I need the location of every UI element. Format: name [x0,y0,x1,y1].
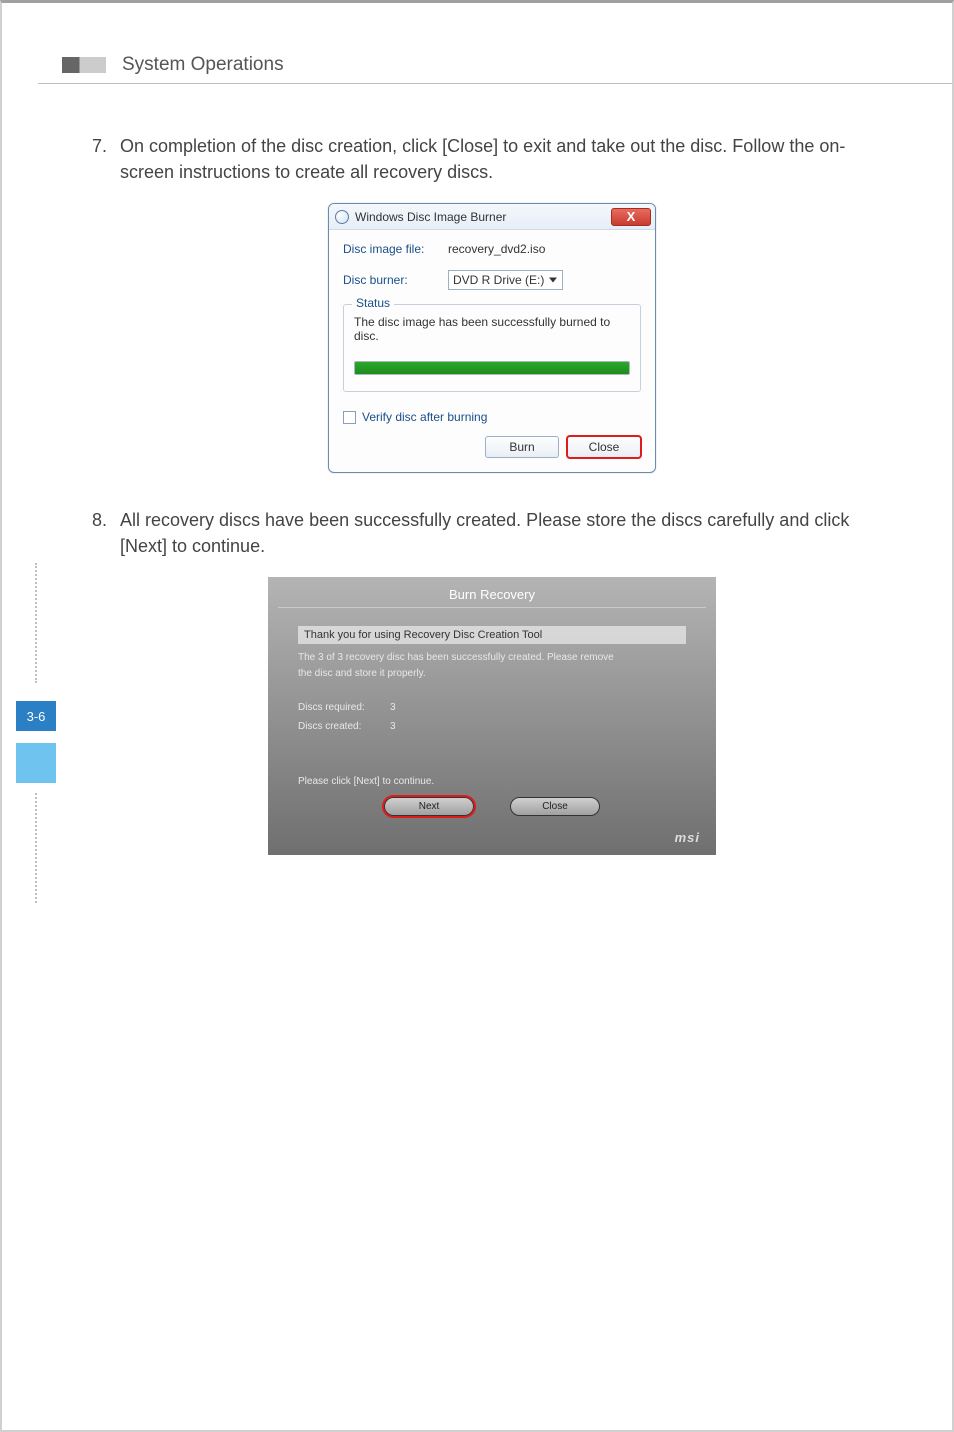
disc-burner-select[interactable]: DVD R Drive (E:) [448,270,563,290]
dialog-buttons: Next Close [298,797,686,816]
dialog-buttons: Burn Close [343,436,641,458]
disc-image-label: Disc image file: [343,242,448,256]
message-line: the disc and store it properly. [298,666,686,682]
step-number: 7. [92,133,120,185]
screenshot-container: Burn Recovery Thank you for using Recove… [92,577,892,855]
close-icon[interactable]: X [611,208,651,226]
close-button[interactable]: Close [567,436,641,458]
discs-required-value: 3 [390,698,396,717]
status-group: Status The disc image has been successfu… [343,304,641,392]
next-button[interactable]: Next [384,797,474,816]
header-accent-icon [62,57,106,73]
step-body: On completion of the disc creation, clic… [120,133,892,185]
instruction-text: Please click [Next] to continue. [298,776,686,787]
document-page: System Operations 3-6 7. On completion o… [0,0,954,1432]
disc-icon [335,210,349,224]
dotted-rule [35,793,37,903]
dialog-titlebar: Windows Disc Image Burner X [329,204,655,230]
progress-bar [354,361,630,375]
discs-created-row: Discs created: 3 [298,717,686,736]
disc-image-value: recovery_dvd2.iso [448,242,545,256]
side-margin: 3-6 [16,563,56,903]
disc-burner-value: DVD R Drive (E:) [453,273,544,287]
side-accent-square [16,743,56,783]
step-text: 8. All recovery discs have been successf… [92,507,892,559]
dotted-rule [35,563,37,683]
step-text: 7. On completion of the disc creation, c… [92,133,892,185]
discs-created-label: Discs created: [298,717,390,736]
brand-label: msi [272,824,712,851]
disc-image-row: Disc image file: recovery_dvd2.iso [343,242,641,256]
page-number-tab: 3-6 [16,701,56,731]
status-legend: Status [352,296,394,310]
step-number: 8. [92,507,120,559]
verify-checkbox[interactable] [343,411,356,424]
discs-created-value: 3 [390,717,396,736]
page-header: System Operations [62,51,952,79]
close-button[interactable]: Close [510,797,600,816]
step-8: 8. All recovery discs have been successf… [92,507,892,855]
status-text: The disc image has been successfully bur… [354,315,630,343]
verify-row: Verify disc after burning [343,410,641,424]
stats-block: Discs required: 3 Discs created: 3 [298,698,686,736]
disc-burner-row: Disc burner: DVD R Drive (E:) [343,270,641,290]
message-line: The 3 of 3 recovery disc has been succes… [298,650,686,666]
dialog-title: Burn Recovery [272,581,712,607]
dialog-body: Thank you for using Recovery Disc Creati… [272,608,712,824]
thank-you-heading: Thank you for using Recovery Disc Creati… [298,626,686,644]
dialog-title: Windows Disc Image Burner [355,210,611,224]
step-body: All recovery discs have been successfull… [120,507,892,559]
burn-button[interactable]: Burn [485,436,559,458]
burn-recovery-dialog: Burn Recovery Thank you for using Recove… [268,577,716,855]
windows-disc-burner-dialog: Windows Disc Image Burner X Disc image f… [328,203,656,473]
page-title: System Operations [122,54,284,76]
discs-required-row: Discs required: 3 [298,698,686,717]
dialog-body: Disc image file: recovery_dvd2.iso Disc … [329,230,655,472]
step-7: 7. On completion of the disc creation, c… [92,133,892,473]
screenshot-container: Windows Disc Image Burner X Disc image f… [92,203,892,473]
header-divider [38,83,952,84]
content-area: 7. On completion of the disc creation, c… [92,133,892,885]
discs-required-label: Discs required: [298,698,390,717]
verify-label: Verify disc after burning [362,410,487,424]
disc-burner-label: Disc burner: [343,273,448,287]
